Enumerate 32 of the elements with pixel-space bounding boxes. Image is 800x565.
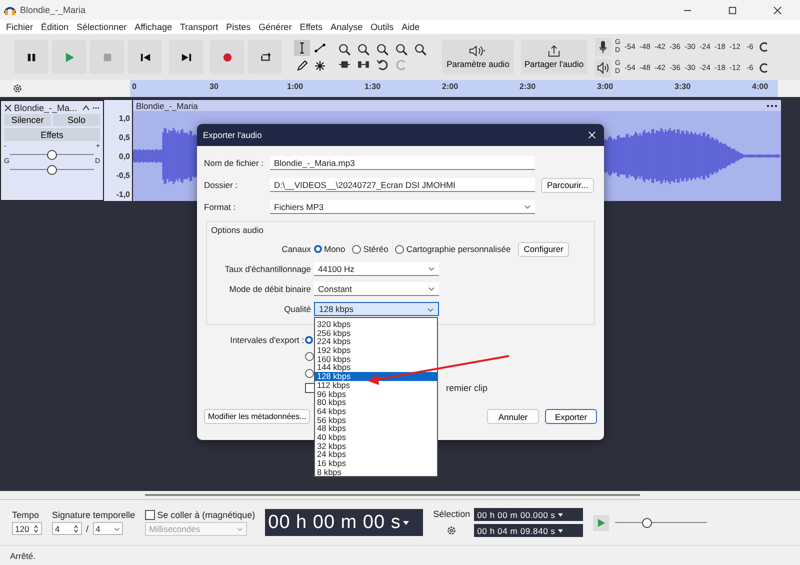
field-label: Nom de fichier :: [204, 158, 264, 168]
amplitude-label: 1,0: [118, 114, 130, 123]
window-title: Blondie_-_Maria: [20, 5, 86, 15]
ruler-label: 1:30: [364, 82, 381, 91]
field-label: Mode de débit binaire: [228, 284, 311, 294]
clip-title: Blondie_-_Maria: [136, 100, 198, 110]
tempo-label: Tempo: [12, 510, 40, 520]
ruler-label: 3:30: [674, 82, 691, 91]
field-label: Qualité: [283, 304, 311, 314]
ruler-label: 2:00: [442, 82, 458, 91]
amplitude-label: -0,5: [116, 171, 130, 180]
status-text: Arrêté.: [10, 550, 36, 560]
ruler-label: 1:00: [287, 82, 304, 91]
ruler-label: 4:00: [752, 82, 768, 91]
dialog-title: Exporter l'audio: [203, 130, 262, 140]
time-signature-label: Signature temporelle: [52, 510, 136, 520]
amplitude-label: -1,0: [116, 190, 130, 199]
amplitude-label: 0,5: [118, 133, 130, 142]
field-label: Intervales d'export :: [229, 335, 304, 347]
group-title: Options audio: [211, 225, 264, 235]
field-label: Dossier :: [204, 180, 239, 190]
ruler-label: 3:00: [597, 82, 614, 91]
selection-label: Sélection: [433, 509, 470, 519]
field-label: Taux d'échantillonnage: [224, 264, 311, 274]
checkbox-label: remier clip: [446, 383, 488, 393]
ruler-label: 2:30: [520, 82, 536, 91]
ruler-label: 30: [210, 82, 218, 91]
signature-separator: /: [86, 524, 89, 534]
amplitude-label: 0,0: [118, 152, 130, 161]
field-label: Format :: [204, 202, 237, 212]
ruler-label: 0: [132, 82, 136, 91]
field-label: Canaux: [280, 244, 311, 254]
